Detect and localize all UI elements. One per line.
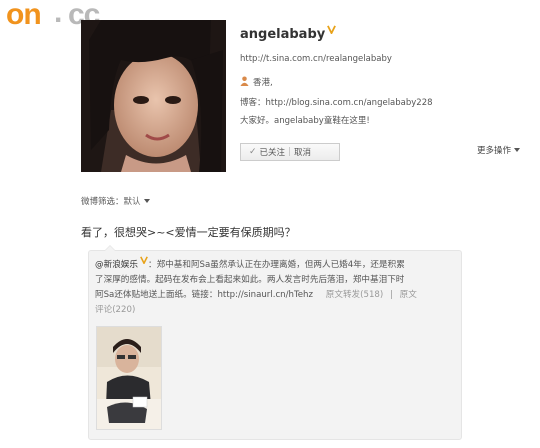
filter-label: 微博筛选： xyxy=(81,197,124,207)
profile-url[interactable]: http://t.sina.com.cn/realangelababy xyxy=(240,54,392,64)
profile-blog: 博客：http://blog.sina.com.cn/angelababy228 xyxy=(240,96,433,108)
avatar-image xyxy=(81,20,226,172)
verified-icon xyxy=(140,256,148,264)
logo-dot: . xyxy=(54,0,63,29)
avatar[interactable] xyxy=(81,20,226,172)
repost-content: @新浪娱乐 ：郑中基和阿Sa虽然承认正在办理离婚，但两人已婚4年，还是积累 了深厚… xyxy=(95,256,455,318)
original-comment-link[interactable]: 原文 xyxy=(400,290,417,300)
location-text: 香港, xyxy=(253,78,273,88)
check-icon: ✓ xyxy=(249,147,257,157)
profile-url-text: http://t.sina.com.cn/realangelababy xyxy=(240,54,392,64)
repost-link[interactable]: http://sinaurl.cn/hTehz xyxy=(217,290,313,300)
username-text: angelababy xyxy=(240,27,326,42)
blog-link[interactable]: http://blog.sina.com.cn/angelababy228 xyxy=(266,98,433,108)
repost-thumbnail[interactable] xyxy=(96,326,162,430)
dropdown-arrow-icon xyxy=(143,199,150,203)
logo-on: on xyxy=(6,0,42,31)
repost-text-2: 了深厚的感情。起码在发布会上看起来如此。两人发言时先后落泪，郑中基泪下时 xyxy=(95,275,405,285)
post-text: 看了，很想哭>~<爱情一定要有保质期吗？ xyxy=(81,226,296,239)
feed-filter[interactable]: 微博筛选：默认 xyxy=(81,195,150,207)
repost-photo xyxy=(97,327,161,429)
filter-value[interactable]: 默认 xyxy=(124,197,141,207)
dropdown-arrow-icon xyxy=(514,148,521,152)
repost-text-1: ：郑中基和阿Sa虽然承认正在办理离婚，但两人已婚4年，还是积累 xyxy=(147,260,405,270)
separator: | xyxy=(288,147,291,157)
unfollow-link[interactable]: 取消 xyxy=(294,146,311,158)
profile-bio: 大家好。angelababy童鞋在这里! xyxy=(240,114,370,126)
more-actions-label: 更多操作 xyxy=(477,146,512,156)
repost-author[interactable]: @新浪娱乐 xyxy=(95,260,138,270)
user-icon xyxy=(240,76,249,86)
follow-status-label: 已关注 xyxy=(259,148,286,158)
profile-username[interactable]: angelababy xyxy=(240,25,337,42)
original-repost-link[interactable]: 原文转发(518) xyxy=(326,290,383,300)
more-actions-menu[interactable]: 更多操作 xyxy=(477,144,521,156)
verified-icon xyxy=(327,25,337,34)
follow-button[interactable]: ✓ 已关注 | 取消 xyxy=(240,143,340,161)
original-comment-count[interactable]: 评论(220) xyxy=(95,305,135,315)
profile-location: 香港, xyxy=(240,76,273,88)
repost-text-3: 阿Sa还体贴地送上面纸。链接： xyxy=(95,290,218,300)
blog-label: 博客： xyxy=(240,98,266,108)
bio-text: 大家好。angelababy童鞋在这里! xyxy=(240,116,370,126)
repost-pointer-fill xyxy=(105,246,115,251)
